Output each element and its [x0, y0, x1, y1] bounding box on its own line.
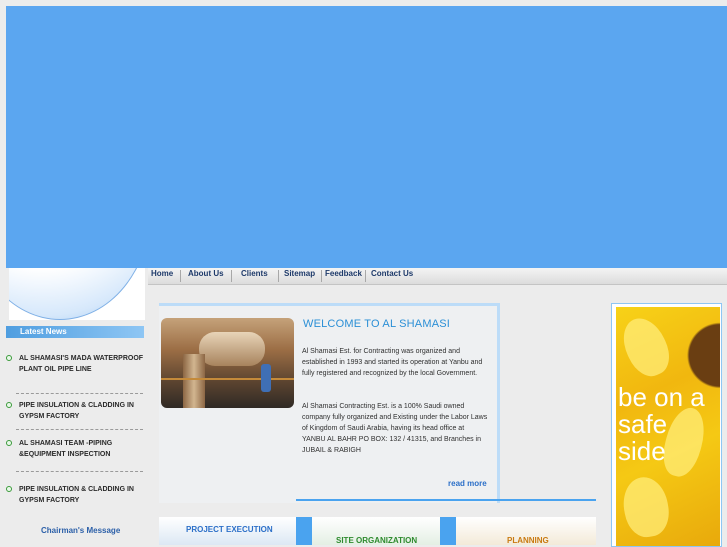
header-banner: [6, 6, 727, 268]
sunflower-petal: [615, 311, 677, 383]
tab-separator: [440, 517, 456, 545]
logo-swoosh-graphic: [9, 268, 145, 320]
tab-site-organization[interactable]: SITE ORGANIZATION: [312, 517, 440, 545]
bullet-icon: [6, 486, 12, 492]
news-divider: [16, 393, 143, 394]
bullet-icon: [6, 355, 12, 361]
section-divider: [296, 499, 596, 501]
welcome-paragraph-1: Al Shamasi Est. for Contracting was orga…: [302, 348, 483, 377]
photo-pipe: [199, 332, 265, 366]
safety-promo-banner: be on a safe side: [611, 303, 722, 547]
bullet-icon: [6, 440, 12, 446]
nav-sitemap[interactable]: Sitemap: [284, 268, 315, 284]
tab-planning[interactable]: PLANNING: [456, 517, 596, 545]
read-more-link[interactable]: read more: [448, 479, 487, 488]
nav-home[interactable]: Home: [151, 268, 173, 284]
nav-divider: [180, 270, 181, 282]
news-item-label: AL SHAMASI'S MADA WATERPROOF PLANT OIL P…: [19, 355, 144, 373]
company-logo[interactable]: [9, 268, 145, 320]
photo-worker: [261, 364, 271, 392]
nav-divider: [321, 270, 322, 282]
tab-planning-label: PLANNING: [507, 536, 549, 545]
nav-divider: [278, 270, 279, 282]
pipe-insulation-photo: [161, 318, 294, 408]
news-item-label: PIPE INSULATION & CLADDING IN GYPSM FACT…: [19, 402, 134, 420]
welcome-title: WELCOME TO AL SHAMASI: [303, 318, 451, 330]
safety-slogan: be on a safe side: [618, 382, 705, 466]
main-navigation: Home About Us Clients Sitemap Feedback C…: [148, 268, 727, 285]
nav-divider: [365, 270, 366, 282]
nav-clients[interactable]: Clients: [241, 268, 268, 284]
nav-divider: [231, 270, 232, 282]
news-item-label: PIPE INSULATION & CLADDING IN GYPSM FACT…: [19, 486, 134, 504]
news-divider: [16, 429, 143, 430]
sunflower-petal: [619, 473, 673, 541]
tab-separator: [296, 517, 312, 545]
welcome-paragraph-2: Al Shamasi Contracting Est. is a 100% Sa…: [302, 403, 488, 454]
nav-about-us[interactable]: About Us: [188, 268, 224, 284]
chairman-message-link[interactable]: Chairman's Message: [41, 526, 120, 535]
latest-news-title: Latest News: [20, 327, 67, 336]
news-divider: [16, 471, 143, 472]
bullet-icon: [6, 402, 12, 408]
nav-feedback[interactable]: Feedback: [325, 268, 362, 284]
tab-project-execution[interactable]: PROJECT EXECUTION: [159, 517, 296, 545]
tab-site-organization-label: SITE ORGANIZATION: [336, 536, 418, 545]
latest-news-header: Latest News: [6, 326, 144, 338]
tab-project-execution-label: PROJECT EXECUTION: [186, 525, 273, 534]
news-item-label: AL SHAMASI TEAM -PIPING &EQUIPMENT INSPE…: [19, 440, 113, 458]
photo-scaffold: [161, 378, 294, 380]
nav-contact-us[interactable]: Contact Us: [371, 268, 413, 284]
photo-pipe: [183, 354, 205, 408]
